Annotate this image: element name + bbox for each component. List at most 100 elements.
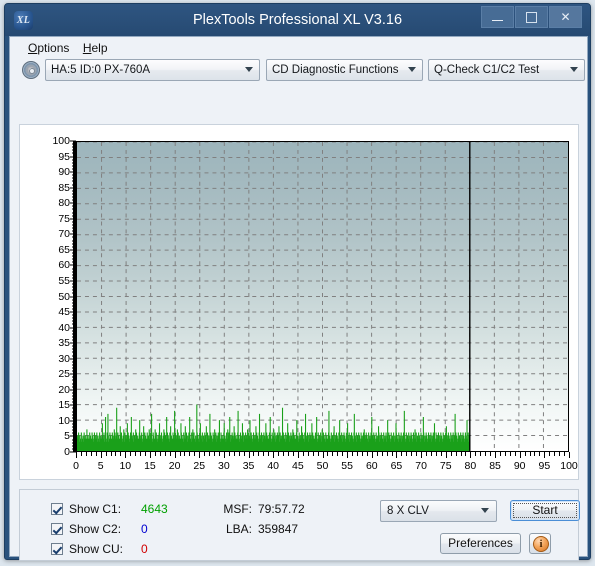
y-axis-tick	[70, 264, 76, 266]
maximize-button[interactable]	[515, 6, 548, 28]
y-axis-tick	[70, 296, 76, 297]
x-axis-minor-tick	[283, 452, 285, 456]
menu-options-accel: O	[28, 41, 38, 55]
x-axis-tick	[445, 452, 447, 458]
x-axis-minor-tick	[228, 452, 230, 456]
y-axis-minor-tick	[72, 174, 76, 176]
title-bar[interactable]: XL PlexTools Professional XL V3.16 ✕	[5, 4, 590, 36]
x-axis-minor-tick	[85, 452, 87, 456]
x-axis-minor-tick	[327, 452, 329, 456]
y-axis-tick	[70, 218, 76, 220]
info-button[interactable]: i	[529, 533, 551, 554]
menu-item-options[interactable]: Options	[28, 37, 78, 58]
x-axis-minor-tick	[549, 452, 551, 456]
x-axis-minor-tick	[169, 452, 171, 456]
desktop-background: XL PlexTools Professional XL V3.16 ✕ Opt…	[0, 0, 595, 566]
y-axis-minor-tick	[72, 149, 76, 151]
y-axis-tick-label: 95	[58, 150, 70, 163]
controls-panel: Show C1: 4643 Show C2: 0 Show CU: 0 MSF:…	[19, 489, 580, 561]
client-area: Options Help HA:5 ID:0 PX-760A CD Diagno…	[9, 36, 588, 561]
x-axis-tick	[76, 452, 77, 458]
y-axis-minor-tick	[72, 414, 76, 416]
close-button[interactable]: ✕	[549, 6, 582, 28]
y-axis-minor-tick	[72, 407, 76, 409]
x-axis-tick-label: 5	[97, 460, 104, 472]
y-axis-minor-tick	[72, 355, 76, 357]
speed-select[interactable]: 8 X CLV	[380, 500, 497, 522]
x-axis-minor-tick	[253, 452, 255, 456]
x-axis-tick-label: 50	[316, 460, 329, 472]
minimize-button[interactable]	[481, 6, 514, 28]
y-axis-minor-tick	[72, 361, 76, 363]
x-axis-tick-label: 80	[464, 460, 477, 472]
c2-count-value: 0	[141, 522, 148, 536]
y-axis-tick-label: 80	[58, 197, 70, 210]
y-axis-tick-label: 50	[58, 290, 70, 303]
y-axis-tick-label: 70	[58, 228, 70, 241]
y-axis-tick-label: 65	[58, 243, 70, 256]
x-axis-minor-tick	[317, 452, 319, 456]
x-axis-minor-tick	[366, 452, 368, 456]
menu-help-rest: elp	[91, 41, 108, 55]
y-axis-tick-label: 60	[58, 259, 70, 272]
x-axis-minor-tick	[357, 452, 358, 456]
y-axis-tick	[70, 435, 76, 437]
drive-select[interactable]: HA:5 ID:0 PX-760A	[45, 59, 260, 81]
y-axis-minor-tick	[72, 159, 76, 161]
x-axis-tick-label: 45	[292, 460, 304, 472]
x-axis-minor-tick	[475, 452, 477, 456]
x-axis-tick-label: 85	[489, 460, 501, 472]
y-axis-minor-tick	[72, 258, 76, 260]
y-axis-minor-tick	[72, 190, 76, 192]
x-axis-tick	[371, 452, 373, 458]
x-axis-minor-tick	[386, 452, 388, 456]
y-axis-minor-tick	[72, 351, 76, 353]
x-axis-minor-tick	[278, 452, 280, 456]
x-axis-tick-label: 70	[415, 460, 427, 472]
x-axis-tick	[470, 452, 472, 458]
x-axis-tick	[347, 452, 349, 458]
y-axis-tick-label: 5	[64, 430, 70, 443]
disc-end-marker	[469, 142, 471, 451]
x-axis-tick	[248, 452, 250, 458]
test-select[interactable]: Q-Check C1/C2 Test	[428, 59, 585, 81]
preferences-button[interactable]: Preferences	[440, 533, 521, 554]
x-axis-minor-tick	[307, 452, 309, 456]
function-select[interactable]: CD Diagnostic Functions	[266, 59, 423, 81]
x-axis-tick	[495, 452, 497, 458]
start-button[interactable]: Start	[510, 500, 580, 521]
menu-item-help[interactable]: Help	[83, 37, 117, 58]
x-axis-minor-tick	[352, 452, 354, 456]
x-axis-minor-tick	[499, 452, 501, 456]
y-axis-minor-tick	[72, 255, 76, 257]
y-axis-minor-tick	[72, 224, 76, 226]
x-axis-minor-tick	[189, 452, 191, 456]
x-axis-tick-label: 40	[267, 460, 280, 472]
x-axis-minor-tick	[209, 452, 211, 456]
minimize-icon	[492, 20, 503, 21]
y-axis-minor-tick	[72, 277, 76, 279]
x-axis-tick-label: 100	[560, 460, 578, 472]
y-axis-minor-tick	[72, 411, 76, 413]
y-axis-minor-tick	[72, 386, 76, 388]
y-axis-minor-tick	[72, 333, 76, 335]
checkbox-icon	[51, 503, 63, 515]
x-axis-tick	[149, 452, 151, 458]
y-axis-tick-label: 40	[58, 321, 70, 334]
y-axis-tick	[70, 140, 76, 142]
x-axis-minor-tick	[159, 452, 161, 456]
y-axis-minor-tick	[72, 317, 76, 319]
y-axis-tick-label: 15	[58, 399, 70, 412]
y-axis-minor-tick	[72, 152, 76, 154]
x-axis-minor-tick	[105, 452, 107, 456]
x-axis-minor-tick	[411, 452, 413, 456]
y-axis-tick	[70, 358, 76, 360]
y-axis-minor-tick	[72, 143, 76, 145]
y-axis-minor-tick	[72, 336, 76, 338]
x-axis-minor-tick	[145, 452, 147, 456]
y-axis-minor-tick	[72, 423, 76, 425]
y-axis-minor-tick	[72, 193, 76, 195]
x-axis-minor-tick	[504, 452, 506, 456]
chevron-down-icon	[245, 67, 253, 72]
x-axis-minor-tick	[243, 452, 245, 456]
